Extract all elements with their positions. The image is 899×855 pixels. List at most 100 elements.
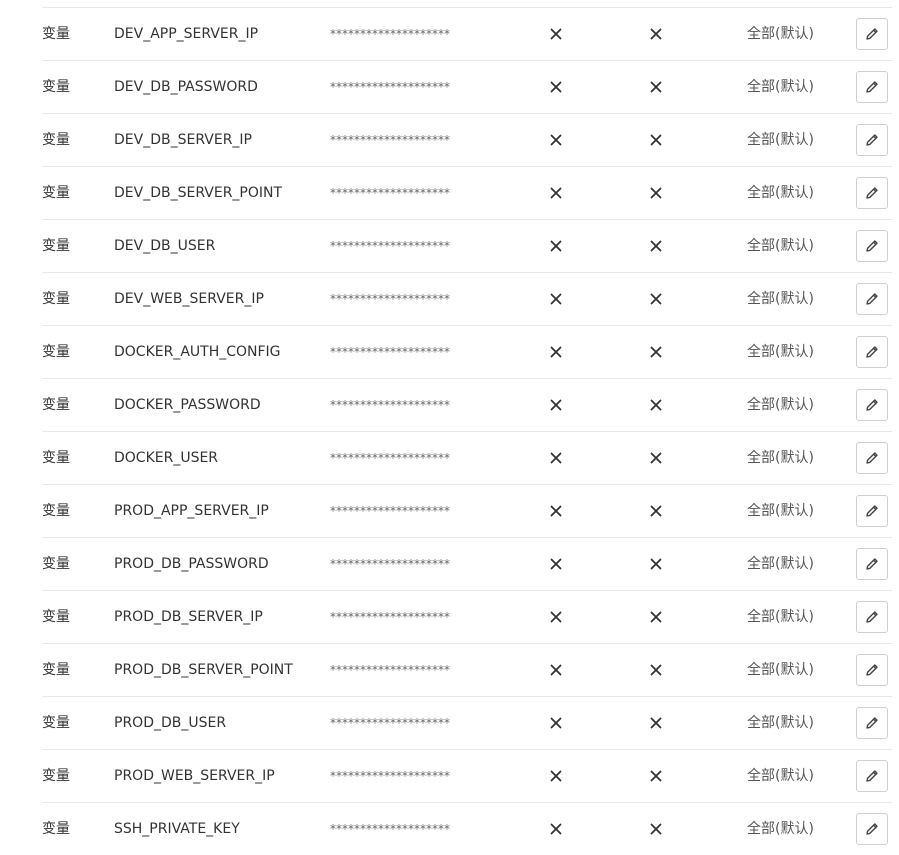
variable-key: DEV_WEB_SERVER_IP: [114, 291, 264, 307]
variable-value-masked: ********************: [330, 822, 450, 836]
variable-value-masked: ********************: [330, 716, 450, 730]
variable-key: DOCKER_PASSWORD: [114, 397, 261, 413]
close-icon: [547, 644, 565, 696]
table-row: 变量 DOCKER_PASSWORD ******************** 全部(…: [42, 378, 892, 431]
close-icon: [547, 220, 565, 272]
variable-value-masked: ********************: [330, 133, 450, 147]
table-row: 变量 SSH_PRIVATE_KEY ******************** 全部(…: [42, 802, 892, 855]
table-row: 变量 DOCKER_USER ******************** 全部(默认): [42, 431, 892, 484]
variable-key: PROD_DB_PASSWORD: [114, 556, 269, 572]
variable-type: 变量: [42, 397, 70, 413]
environment-scope: 全部(默认): [747, 715, 814, 731]
variable-value-masked: ********************: [330, 27, 450, 41]
environment-scope: 全部(默认): [747, 768, 814, 784]
environment-scope: 全部(默认): [747, 556, 814, 572]
variable-type: 变量: [42, 185, 70, 201]
edit-variable-button[interactable]: [856, 71, 888, 103]
variable-key: PROD_DB_USER: [114, 715, 227, 731]
variable-value-masked: ********************: [330, 239, 450, 253]
edit-variable-button[interactable]: [856, 548, 888, 580]
table-row: 变量 DEV_DB_SERVER_IP ******************** 全部…: [42, 113, 892, 166]
pencil-icon: [864, 768, 880, 784]
close-icon: [647, 114, 665, 166]
pencil-icon: [864, 662, 880, 678]
pencil-icon: [864, 821, 880, 837]
table-row: 变量 PROD_DB_USER ******************** 全部(默认): [42, 696, 892, 749]
variable-type: 变量: [42, 26, 70, 42]
close-icon: [547, 697, 565, 749]
close-icon: [647, 8, 665, 60]
edit-variable-button[interactable]: [856, 495, 888, 527]
close-icon: [547, 485, 565, 537]
variable-type: 变量: [42, 821, 70, 837]
variable-key: DOCKER_USER: [114, 450, 219, 466]
variable-value-masked: ********************: [330, 504, 450, 518]
close-icon: [547, 432, 565, 484]
close-icon: [547, 114, 565, 166]
pencil-icon: [864, 503, 880, 519]
close-icon: [647, 591, 665, 643]
pencil-icon: [864, 556, 880, 572]
pencil-icon: [864, 185, 880, 201]
variable-type: 变量: [42, 503, 70, 519]
edit-variable-button[interactable]: [856, 18, 888, 50]
variable-type: 变量: [42, 291, 70, 307]
edit-variable-button[interactable]: [856, 177, 888, 209]
variable-key: PROD_DB_SERVER_IP: [114, 609, 263, 625]
variable-type: 变量: [42, 238, 70, 254]
variable-key: SSH_PRIVATE_KEY: [114, 821, 240, 837]
pencil-icon: [864, 397, 880, 413]
environment-scope: 全部(默认): [747, 397, 814, 413]
close-icon: [647, 167, 665, 219]
pencil-icon: [864, 609, 880, 625]
close-icon: [647, 326, 665, 378]
variable-value-masked: ********************: [330, 292, 450, 306]
environment-scope: 全部(默认): [747, 185, 814, 201]
pencil-icon: [864, 26, 880, 42]
edit-variable-button[interactable]: [856, 336, 888, 368]
table-row: 变量 DEV_WEB_SERVER_IP ******************** 全…: [42, 272, 892, 325]
variable-key: DEV_DB_USER: [114, 238, 216, 254]
variable-value-masked: ********************: [330, 451, 450, 465]
variable-value-masked: ********************: [330, 398, 450, 412]
variables-table: 变量 DEV_APP_SERVER_IP ******************** 全…: [42, 7, 892, 855]
variable-value-masked: ********************: [330, 557, 450, 571]
table-row: 变量 PROD_DB_SERVER_IP ******************** 全…: [42, 590, 892, 643]
edit-variable-button[interactable]: [856, 707, 888, 739]
table-row: 变量 PROD_APP_SERVER_IP ********************…: [42, 484, 892, 537]
edit-variable-button[interactable]: [856, 654, 888, 686]
variable-value-masked: ********************: [330, 663, 450, 677]
edit-variable-button[interactable]: [856, 389, 888, 421]
edit-variable-button[interactable]: [856, 230, 888, 262]
environment-scope: 全部(默认): [747, 821, 814, 837]
close-icon: [647, 273, 665, 325]
table-row: 变量 DEV_DB_SERVER_POINT *******************…: [42, 166, 892, 219]
variable-type: 变量: [42, 79, 70, 95]
table-row: 变量 DEV_APP_SERVER_IP ******************** 全…: [42, 7, 892, 60]
close-icon: [547, 326, 565, 378]
edit-variable-button[interactable]: [856, 813, 888, 845]
environment-scope: 全部(默认): [747, 79, 814, 95]
environment-scope: 全部(默认): [747, 344, 814, 360]
close-icon: [547, 591, 565, 643]
edit-variable-button[interactable]: [856, 760, 888, 792]
pencil-icon: [864, 79, 880, 95]
environment-scope: 全部(默认): [747, 132, 814, 148]
edit-variable-button[interactable]: [856, 283, 888, 315]
close-icon: [547, 538, 565, 590]
variable-type: 变量: [42, 450, 70, 466]
close-icon: [547, 273, 565, 325]
edit-variable-button[interactable]: [856, 601, 888, 633]
variable-key: PROD_APP_SERVER_IP: [114, 503, 269, 519]
edit-variable-button[interactable]: [856, 124, 888, 156]
close-icon: [647, 538, 665, 590]
variable-key: PROD_WEB_SERVER_IP: [114, 768, 275, 784]
environment-scope: 全部(默认): [747, 609, 814, 625]
variable-type: 变量: [42, 662, 70, 678]
close-icon: [647, 220, 665, 272]
variable-key: DEV_APP_SERVER_IP: [114, 26, 259, 42]
close-icon: [547, 167, 565, 219]
close-icon: [647, 379, 665, 431]
edit-variable-button[interactable]: [856, 442, 888, 474]
table-row: 变量 DEV_DB_USER ******************** 全部(默认): [42, 219, 892, 272]
